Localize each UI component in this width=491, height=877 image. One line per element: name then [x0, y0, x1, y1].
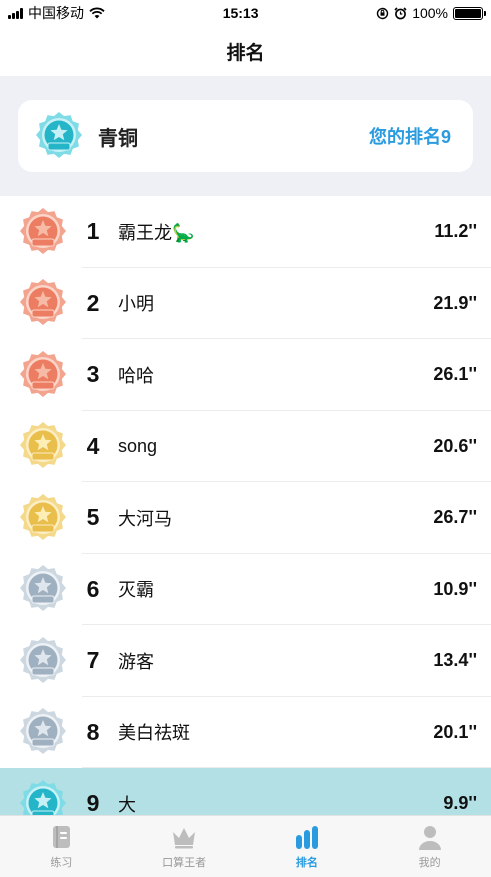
gold-medal-icon — [20, 422, 66, 469]
book-icon — [53, 826, 71, 848]
player-time: 11.2'' — [434, 221, 477, 242]
bronze-medal-icon — [20, 350, 66, 397]
status-right: 100% — [376, 5, 486, 21]
tier-name: 青铜 — [98, 127, 138, 150]
silver-medal-icon — [20, 565, 66, 612]
rank-number: 7 — [86, 647, 100, 674]
tab-practice[interactable]: 练习 — [0, 816, 123, 877]
player-time: 10.9'' — [433, 578, 477, 599]
rank-number: 8 — [86, 718, 100, 745]
tab-mine[interactable]: 我的 — [368, 816, 491, 877]
ranking-row: 3 哈哈 26.1'' — [0, 339, 491, 411]
rank-number: 1 — [86, 218, 100, 245]
ranking-row: 2 小明 21.9'' — [0, 268, 491, 339]
battery-icon — [453, 6, 486, 20]
rank-number: 6 — [86, 575, 100, 602]
player-name: 小明 — [118, 294, 154, 315]
player-name: 灭霸 — [118, 580, 154, 601]
gold-medal-icon — [20, 493, 66, 540]
player-name: 美白祛斑 — [118, 723, 190, 744]
carrier-name: 中国移动 — [28, 5, 84, 21]
rank-number: 9 — [86, 790, 100, 817]
ranking-list: 1 霸王龙🦕 11.2'' 2 小明 21.9'' 3 哈哈 26.1'' 4 song 20.6''… — [0, 196, 491, 840]
player-name: 大河马 — [118, 508, 172, 529]
player-time: 13.4'' — [433, 650, 477, 671]
status-left: 中国移动 — [8, 3, 105, 23]
bronze-medal-icon — [20, 207, 66, 254]
player-time: 26.1'' — [433, 364, 477, 385]
summary-section: 青铜 您的排名9 — [0, 76, 491, 196]
crown-icon — [173, 828, 196, 849]
player-name: 哈哈 — [118, 365, 154, 386]
nav-bar: 排名 — [0, 26, 491, 76]
rotation-lock-icon — [376, 7, 389, 19]
wifi-icon — [89, 7, 105, 19]
player-name: song — [118, 435, 158, 456]
my-rank-label: 您的排名9 — [368, 127, 451, 147]
silver-medal-icon — [20, 636, 66, 683]
player-time: 9.9'' — [443, 793, 477, 814]
battery-percent: 100% — [412, 5, 448, 21]
rank-number: 4 — [86, 432, 100, 459]
player-time: 20.6'' — [433, 435, 477, 456]
tab-mental-math-king-label: 口算王者 — [162, 857, 207, 869]
signal-icon — [8, 7, 23, 19]
tab-practice-label: 练习 — [50, 857, 73, 869]
player-name: 霸王龙🦕 — [118, 222, 195, 243]
rank-number: 5 — [86, 504, 100, 531]
status-bar: 中国移动 15:13 100% — [0, 0, 491, 26]
ranking-row: 8 美白祛斑 20.1'' — [0, 697, 491, 768]
rank-number: 2 — [86, 289, 100, 316]
user-icon — [418, 826, 441, 850]
player-name: 大 — [118, 794, 136, 815]
player-time: 26.7'' — [433, 507, 477, 528]
ranking-row: 7 游客 13.4'' — [0, 625, 491, 697]
silver-medal-icon — [20, 708, 66, 755]
player-name: 游客 — [118, 651, 154, 672]
teal-medal-icon — [36, 112, 82, 158]
player-time: 21.9'' — [433, 292, 477, 313]
ranking-row: 1 霸王龙🦕 11.2'' — [0, 196, 491, 268]
tab-ranking[interactable]: 排名 — [246, 816, 369, 877]
ranking-row: 5 大河马 26.7'' — [0, 482, 491, 554]
my-rank-card: 青铜 您的排名9 — [18, 100, 473, 172]
page-title: 排名 — [226, 42, 265, 64]
tab-mental-math-king[interactable]: 口算王者 — [123, 816, 246, 877]
rank-number: 3 — [86, 361, 100, 388]
alarm-icon — [394, 6, 407, 19]
ranking-row: 4 song 20.6'' — [0, 411, 491, 482]
bar-chart-icon — [295, 826, 318, 849]
bronze-medal-icon — [20, 279, 66, 326]
tab-mine-label: 我的 — [418, 857, 441, 869]
player-time: 20.1'' — [433, 721, 477, 742]
tab-bar: 练习 口算王者 排名 我的 — [0, 815, 491, 877]
status-time: 15:13 — [222, 5, 259, 21]
ranking-row: 6 灭霸 10.9'' — [0, 554, 491, 625]
tab-ranking-label: 排名 — [295, 857, 318, 869]
